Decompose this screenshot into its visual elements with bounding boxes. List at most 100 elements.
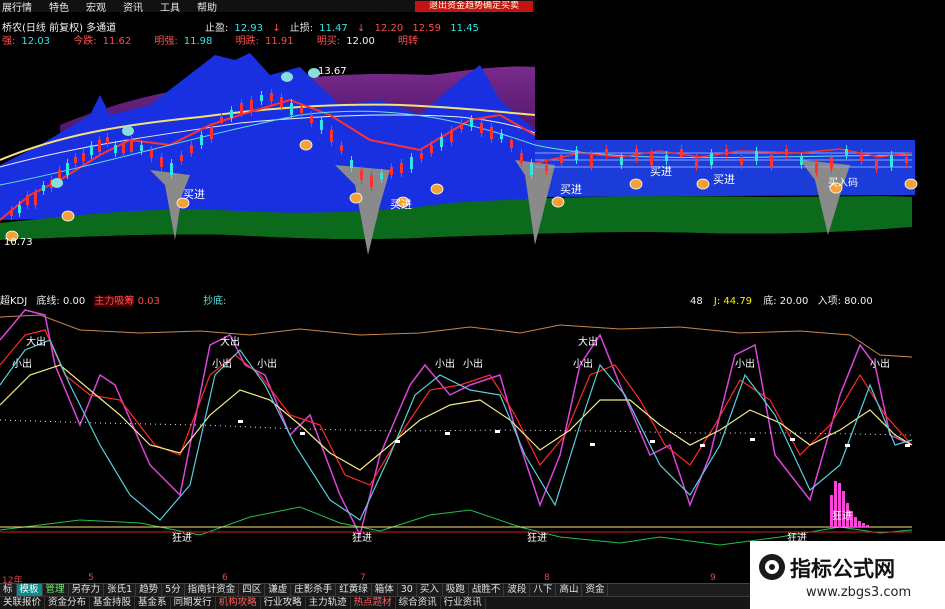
- buy-marker: [349, 192, 363, 204]
- indicator-tab[interactable]: 四区: [239, 584, 266, 596]
- crazy-in-5: 狂进: [832, 510, 852, 522]
- indicator-tab[interactable]: 八下: [530, 584, 557, 596]
- indicator-tab[interactable]: 吸跑: [443, 584, 469, 596]
- info-tab[interactable]: 关联报价: [0, 597, 46, 609]
- indicator-tab[interactable]: 谦虚: [265, 584, 292, 596]
- indicator-tab[interactable]: 趋势: [136, 584, 163, 596]
- menu-item-tools[interactable]: 工具: [160, 0, 180, 14]
- trading-window: 展行情 特色 宏观 资讯 工具 帮助 退出资金趋势确定买卖 桥农(日线 前复权)…: [0, 0, 945, 609]
- pink-bar: [862, 523, 865, 527]
- small-out-8: 小出: [870, 357, 890, 370]
- buy-marker: [551, 196, 565, 208]
- time-axis: 12年 5 6 7 8 9: [0, 573, 750, 586]
- logo-icon: [759, 554, 785, 580]
- kdj-green-lower: [0, 506, 913, 546]
- kdj-marker: [700, 444, 705, 447]
- time-label-5: 5: [88, 573, 94, 583]
- watermark: 指标公式网 www.zbgs3.com: [750, 541, 945, 609]
- kdj-marker: [300, 432, 305, 435]
- menu-item-news[interactable]: 资讯: [123, 0, 143, 14]
- small-out-4: 小出: [435, 357, 455, 370]
- info-tab[interactable]: 资金分布: [45, 597, 91, 609]
- alert-banner: 退出资金趋势确定买卖: [415, 1, 533, 12]
- indicator-tab[interactable]: 指南针资金: [185, 584, 240, 596]
- crazy-in-3: 狂进: [527, 532, 547, 544]
- price-high-label: 13.67: [318, 66, 347, 77]
- buy-signal-3: 买进: [560, 183, 582, 196]
- kdj-marker: [845, 444, 850, 447]
- small-out-2: 小出: [212, 357, 232, 370]
- kdj-marker: [395, 440, 400, 443]
- indicator-header-right: 48 J: 44.79 底: 20.00 入项: 80.00: [690, 292, 873, 307]
- menu-item-macro[interactable]: 宏观: [86, 0, 106, 14]
- small-out-3: 小出: [257, 357, 277, 370]
- big-out-3: 大出: [578, 335, 598, 348]
- kdj-marker: [750, 438, 755, 441]
- indicator-header-left: 超KDJ 底线: 0.00 主力吸筹 0.03 抄底:: [0, 292, 226, 307]
- indicator-tab[interactable]: 管理: [43, 584, 69, 596]
- indicator-tab[interactable]: 战胜不: [469, 584, 505, 596]
- menu-item-market[interactable]: 展行情: [2, 0, 32, 14]
- price-chart: 13.67 10.73 买进 买进 买进 买进 买进 买入码: [0, 53, 918, 290]
- info-tab[interactable]: 同期发行: [171, 597, 216, 609]
- watermark-url: www.zbgs3.com: [806, 585, 912, 600]
- buy-marker: [629, 178, 643, 190]
- time-label-7: 7: [360, 573, 366, 583]
- info-tab[interactable]: 主力轨迹: [306, 597, 351, 609]
- pink-bar: [858, 521, 861, 527]
- indicator-tabs: 标模板 管理 另存力 张氏1 趋势 5分 指南针资金 四区 谦虚 庄影杀手 红黄绿 箱体 30 买入 吸跑战…: [0, 583, 750, 596]
- big-out-1: 大出: [26, 335, 46, 348]
- buy-marker: [430, 183, 444, 195]
- time-label-9: 9: [710, 573, 716, 583]
- indicator-tab[interactable]: 标: [0, 584, 17, 596]
- indicator-tab[interactable]: 红黄绿: [336, 584, 372, 596]
- small-out-7: 小出: [735, 357, 755, 370]
- menu-item-special[interactable]: 特色: [49, 0, 69, 14]
- time-label-8: 8: [544, 573, 550, 583]
- kdj-k-line: [0, 329, 913, 486]
- time-label-6: 6: [222, 573, 228, 583]
- sell-marker: [51, 178, 63, 188]
- kdj-marker: [495, 430, 500, 433]
- info-tab[interactable]: 热点题材: [351, 597, 396, 609]
- indicator-tab[interactable]: 波段: [504, 584, 531, 596]
- small-out-5: 小出: [463, 357, 483, 370]
- price-low-label: 10.73: [4, 237, 33, 248]
- indicator-tab[interactable]: 箱体: [372, 584, 398, 596]
- indicator-tab[interactable]: 另存力: [69, 584, 105, 596]
- info-tab[interactable]: 综合资讯: [396, 597, 441, 609]
- indicator-tab[interactable]: 买入: [417, 584, 443, 596]
- info-tabs: 关联报价 资金分布 基金持股 基金系 同期发行 机构攻略 行业攻略 主力轨迹 热点题材 综合资讯行…: [0, 596, 750, 609]
- buy-marker: [696, 178, 710, 190]
- info-tab[interactable]: 机构攻略: [216, 597, 261, 609]
- buy-signal-5: 买进: [713, 173, 735, 186]
- menu-item-help[interactable]: 帮助: [197, 0, 217, 14]
- buy-signal-2: 买进: [390, 198, 412, 211]
- pink-bar: [866, 525, 869, 527]
- info-tab[interactable]: 行业攻略: [261, 597, 306, 609]
- indicator-tab[interactable]: 高山: [556, 584, 583, 596]
- kdj-marker: [790, 438, 795, 441]
- indicator-tab[interactable]: 30: [398, 584, 417, 596]
- indicator-tab[interactable]: 模板: [16, 584, 43, 596]
- info-tab[interactable]: 行业资讯: [441, 597, 486, 609]
- small-out-1: 小出: [12, 357, 32, 370]
- kdj-cyan-line: [0, 339, 913, 521]
- buy-signal-1: 买进: [183, 188, 205, 201]
- kdj-indicator-chart: 大出 小出 大出 小出 小出 小出 小出 大出 小出 小出 小出 狂进 狂进 狂…: [0, 309, 913, 546]
- indicator-tab[interactable]: 张氏1: [104, 584, 137, 596]
- kdj-marker: [238, 420, 243, 423]
- kdj-brown-line: [0, 314, 913, 358]
- big-out-2: 大出: [220, 335, 240, 348]
- info-tab[interactable]: 基金持股: [90, 597, 136, 609]
- info-tab[interactable]: 基金系: [135, 597, 171, 609]
- sell-marker: [281, 72, 293, 82]
- crazy-in-2: 狂进: [352, 532, 372, 544]
- indicator-tab[interactable]: 庄影杀手: [291, 584, 337, 596]
- indicator-tab[interactable]: 5分: [162, 584, 185, 596]
- buy-marker: [299, 139, 313, 151]
- level-5-value: 11.45: [450, 23, 479, 34]
- indicator-tab[interactable]: 资金: [582, 584, 609, 596]
- sell-marker: [122, 126, 134, 136]
- pink-bar: [854, 517, 857, 527]
